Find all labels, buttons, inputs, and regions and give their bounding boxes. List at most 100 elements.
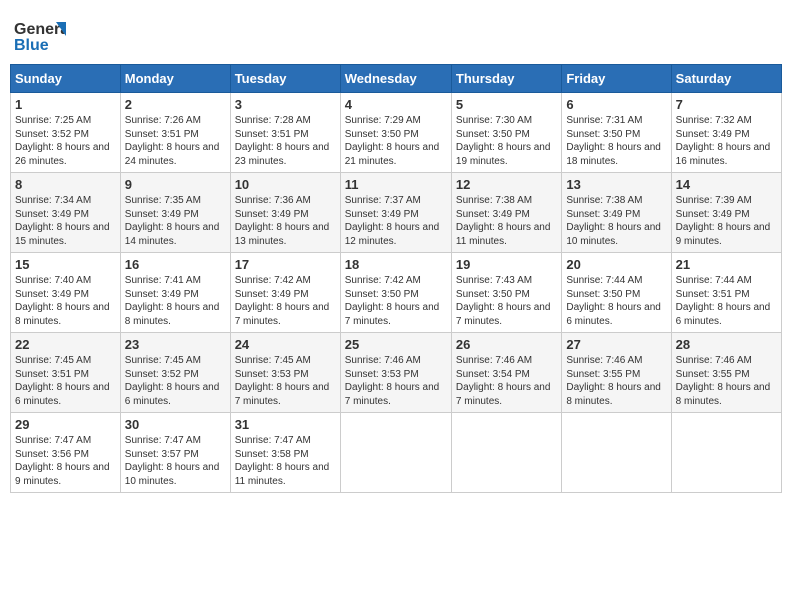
day-info: Sunrise: 7:38 AMSunset: 3:49 PMDaylight:… [456, 195, 551, 247]
calendar-day-cell: 11 Sunrise: 7:37 AMSunset: 3:49 PMDaylig… [340, 173, 451, 253]
day-info: Sunrise: 7:26 AMSunset: 3:51 PMDaylight:… [125, 115, 220, 167]
calendar-week-row: 1 Sunrise: 7:25 AMSunset: 3:52 PMDayligh… [11, 93, 782, 173]
calendar-day-cell: 24 Sunrise: 7:45 AMSunset: 3:53 PMDaylig… [230, 333, 340, 413]
day-info: Sunrise: 7:31 AMSunset: 3:50 PMDaylight:… [566, 115, 661, 167]
day-number: 13 [566, 177, 666, 192]
calendar-week-row: 15 Sunrise: 7:40 AMSunset: 3:49 PMDaylig… [11, 253, 782, 333]
empty-cell [451, 413, 561, 493]
day-number: 4 [345, 97, 447, 112]
calendar-day-cell: 20 Sunrise: 7:44 AMSunset: 3:50 PMDaylig… [562, 253, 671, 333]
day-info: Sunrise: 7:46 AMSunset: 3:55 PMDaylight:… [566, 355, 661, 407]
day-info: Sunrise: 7:36 AMSunset: 3:49 PMDaylight:… [235, 195, 330, 247]
day-number: 28 [676, 337, 777, 352]
calendar-day-cell: 14 Sunrise: 7:39 AMSunset: 3:49 PMDaylig… [671, 173, 781, 253]
calendar-day-cell: 15 Sunrise: 7:40 AMSunset: 3:49 PMDaylig… [11, 253, 121, 333]
calendar-day-cell: 3 Sunrise: 7:28 AMSunset: 3:51 PMDayligh… [230, 93, 340, 173]
day-number: 18 [345, 257, 447, 272]
calendar-day-cell: 12 Sunrise: 7:38 AMSunset: 3:49 PMDaylig… [451, 173, 561, 253]
calendar-day-cell: 16 Sunrise: 7:41 AMSunset: 3:49 PMDaylig… [120, 253, 230, 333]
day-number: 10 [235, 177, 336, 192]
calendar-day-cell: 4 Sunrise: 7:29 AMSunset: 3:50 PMDayligh… [340, 93, 451, 173]
day-info: Sunrise: 7:39 AMSunset: 3:49 PMDaylight:… [676, 195, 771, 247]
day-of-week-header: Sunday [11, 65, 121, 93]
logo: General Blue [14, 14, 66, 58]
day-number: 31 [235, 417, 336, 432]
day-number: 9 [125, 177, 226, 192]
day-of-week-header: Thursday [451, 65, 561, 93]
day-info: Sunrise: 7:37 AMSunset: 3:49 PMDaylight:… [345, 195, 440, 247]
day-number: 23 [125, 337, 226, 352]
day-of-week-header: Wednesday [340, 65, 451, 93]
calendar-day-cell: 26 Sunrise: 7:46 AMSunset: 3:54 PMDaylig… [451, 333, 561, 413]
calendar-week-row: 8 Sunrise: 7:34 AMSunset: 3:49 PMDayligh… [11, 173, 782, 253]
day-number: 24 [235, 337, 336, 352]
calendar-day-cell: 21 Sunrise: 7:44 AMSunset: 3:51 PMDaylig… [671, 253, 781, 333]
day-info: Sunrise: 7:41 AMSunset: 3:49 PMDaylight:… [125, 275, 220, 327]
calendar-day-cell: 30 Sunrise: 7:47 AMSunset: 3:57 PMDaylig… [120, 413, 230, 493]
day-info: Sunrise: 7:45 AMSunset: 3:53 PMDaylight:… [235, 355, 330, 407]
calendar-day-cell: 8 Sunrise: 7:34 AMSunset: 3:49 PMDayligh… [11, 173, 121, 253]
calendar-day-cell: 25 Sunrise: 7:46 AMSunset: 3:53 PMDaylig… [340, 333, 451, 413]
day-info: Sunrise: 7:32 AMSunset: 3:49 PMDaylight:… [676, 115, 771, 167]
calendar-day-cell: 17 Sunrise: 7:42 AMSunset: 3:49 PMDaylig… [230, 253, 340, 333]
day-number: 20 [566, 257, 666, 272]
day-of-week-header: Saturday [671, 65, 781, 93]
day-info: Sunrise: 7:25 AMSunset: 3:52 PMDaylight:… [15, 115, 110, 167]
day-number: 14 [676, 177, 777, 192]
calendar-day-cell: 9 Sunrise: 7:35 AMSunset: 3:49 PMDayligh… [120, 173, 230, 253]
day-number: 5 [456, 97, 557, 112]
day-number: 25 [345, 337, 447, 352]
day-info: Sunrise: 7:46 AMSunset: 3:55 PMDaylight:… [676, 355, 771, 407]
calendar-week-row: 29 Sunrise: 7:47 AMSunset: 3:56 PMDaylig… [11, 413, 782, 493]
empty-cell [671, 413, 781, 493]
calendar-day-cell: 29 Sunrise: 7:47 AMSunset: 3:56 PMDaylig… [11, 413, 121, 493]
day-number: 15 [15, 257, 116, 272]
day-info: Sunrise: 7:34 AMSunset: 3:49 PMDaylight:… [15, 195, 110, 247]
day-of-week-header: Tuesday [230, 65, 340, 93]
calendar-day-cell: 28 Sunrise: 7:46 AMSunset: 3:55 PMDaylig… [671, 333, 781, 413]
calendar-day-cell: 2 Sunrise: 7:26 AMSunset: 3:51 PMDayligh… [120, 93, 230, 173]
day-info: Sunrise: 7:35 AMSunset: 3:49 PMDaylight:… [125, 195, 220, 247]
day-number: 26 [456, 337, 557, 352]
empty-cell [340, 413, 451, 493]
logo-icon: General Blue [14, 14, 66, 58]
empty-cell [562, 413, 671, 493]
calendar-day-cell: 27 Sunrise: 7:46 AMSunset: 3:55 PMDaylig… [562, 333, 671, 413]
svg-text:Blue: Blue [14, 37, 49, 54]
day-info: Sunrise: 7:44 AMSunset: 3:51 PMDaylight:… [676, 275, 771, 327]
day-number: 30 [125, 417, 226, 432]
day-number: 2 [125, 97, 226, 112]
calendar-day-cell: 19 Sunrise: 7:43 AMSunset: 3:50 PMDaylig… [451, 253, 561, 333]
day-number: 11 [345, 177, 447, 192]
day-info: Sunrise: 7:47 AMSunset: 3:56 PMDaylight:… [15, 435, 110, 487]
day-number: 17 [235, 257, 336, 272]
day-info: Sunrise: 7:46 AMSunset: 3:54 PMDaylight:… [456, 355, 551, 407]
day-number: 29 [15, 417, 116, 432]
calendar-day-cell: 31 Sunrise: 7:47 AMSunset: 3:58 PMDaylig… [230, 413, 340, 493]
calendar-day-cell: 5 Sunrise: 7:30 AMSunset: 3:50 PMDayligh… [451, 93, 561, 173]
calendar-day-cell: 22 Sunrise: 7:45 AMSunset: 3:51 PMDaylig… [11, 333, 121, 413]
day-info: Sunrise: 7:43 AMSunset: 3:50 PMDaylight:… [456, 275, 551, 327]
calendar-day-cell: 6 Sunrise: 7:31 AMSunset: 3:50 PMDayligh… [562, 93, 671, 173]
day-number: 1 [15, 97, 116, 112]
calendar-day-cell: 1 Sunrise: 7:25 AMSunset: 3:52 PMDayligh… [11, 93, 121, 173]
day-info: Sunrise: 7:29 AMSunset: 3:50 PMDaylight:… [345, 115, 440, 167]
day-number: 6 [566, 97, 666, 112]
day-info: Sunrise: 7:45 AMSunset: 3:52 PMDaylight:… [125, 355, 220, 407]
day-info: Sunrise: 7:30 AMSunset: 3:50 PMDaylight:… [456, 115, 551, 167]
calendar-day-cell: 23 Sunrise: 7:45 AMSunset: 3:52 PMDaylig… [120, 333, 230, 413]
day-number: 12 [456, 177, 557, 192]
calendar-day-cell: 10 Sunrise: 7:36 AMSunset: 3:49 PMDaylig… [230, 173, 340, 253]
day-info: Sunrise: 7:46 AMSunset: 3:53 PMDaylight:… [345, 355, 440, 407]
calendar-table: SundayMondayTuesdayWednesdayThursdayFrid… [10, 64, 782, 493]
calendar-header-row: SundayMondayTuesdayWednesdayThursdayFrid… [11, 65, 782, 93]
day-of-week-header: Friday [562, 65, 671, 93]
day-number: 16 [125, 257, 226, 272]
calendar-week-row: 22 Sunrise: 7:45 AMSunset: 3:51 PMDaylig… [11, 333, 782, 413]
day-info: Sunrise: 7:42 AMSunset: 3:49 PMDaylight:… [235, 275, 330, 327]
day-info: Sunrise: 7:44 AMSunset: 3:50 PMDaylight:… [566, 275, 661, 327]
day-number: 8 [15, 177, 116, 192]
calendar-day-cell: 18 Sunrise: 7:42 AMSunset: 3:50 PMDaylig… [340, 253, 451, 333]
day-info: Sunrise: 7:28 AMSunset: 3:51 PMDaylight:… [235, 115, 330, 167]
day-info: Sunrise: 7:42 AMSunset: 3:50 PMDaylight:… [345, 275, 440, 327]
